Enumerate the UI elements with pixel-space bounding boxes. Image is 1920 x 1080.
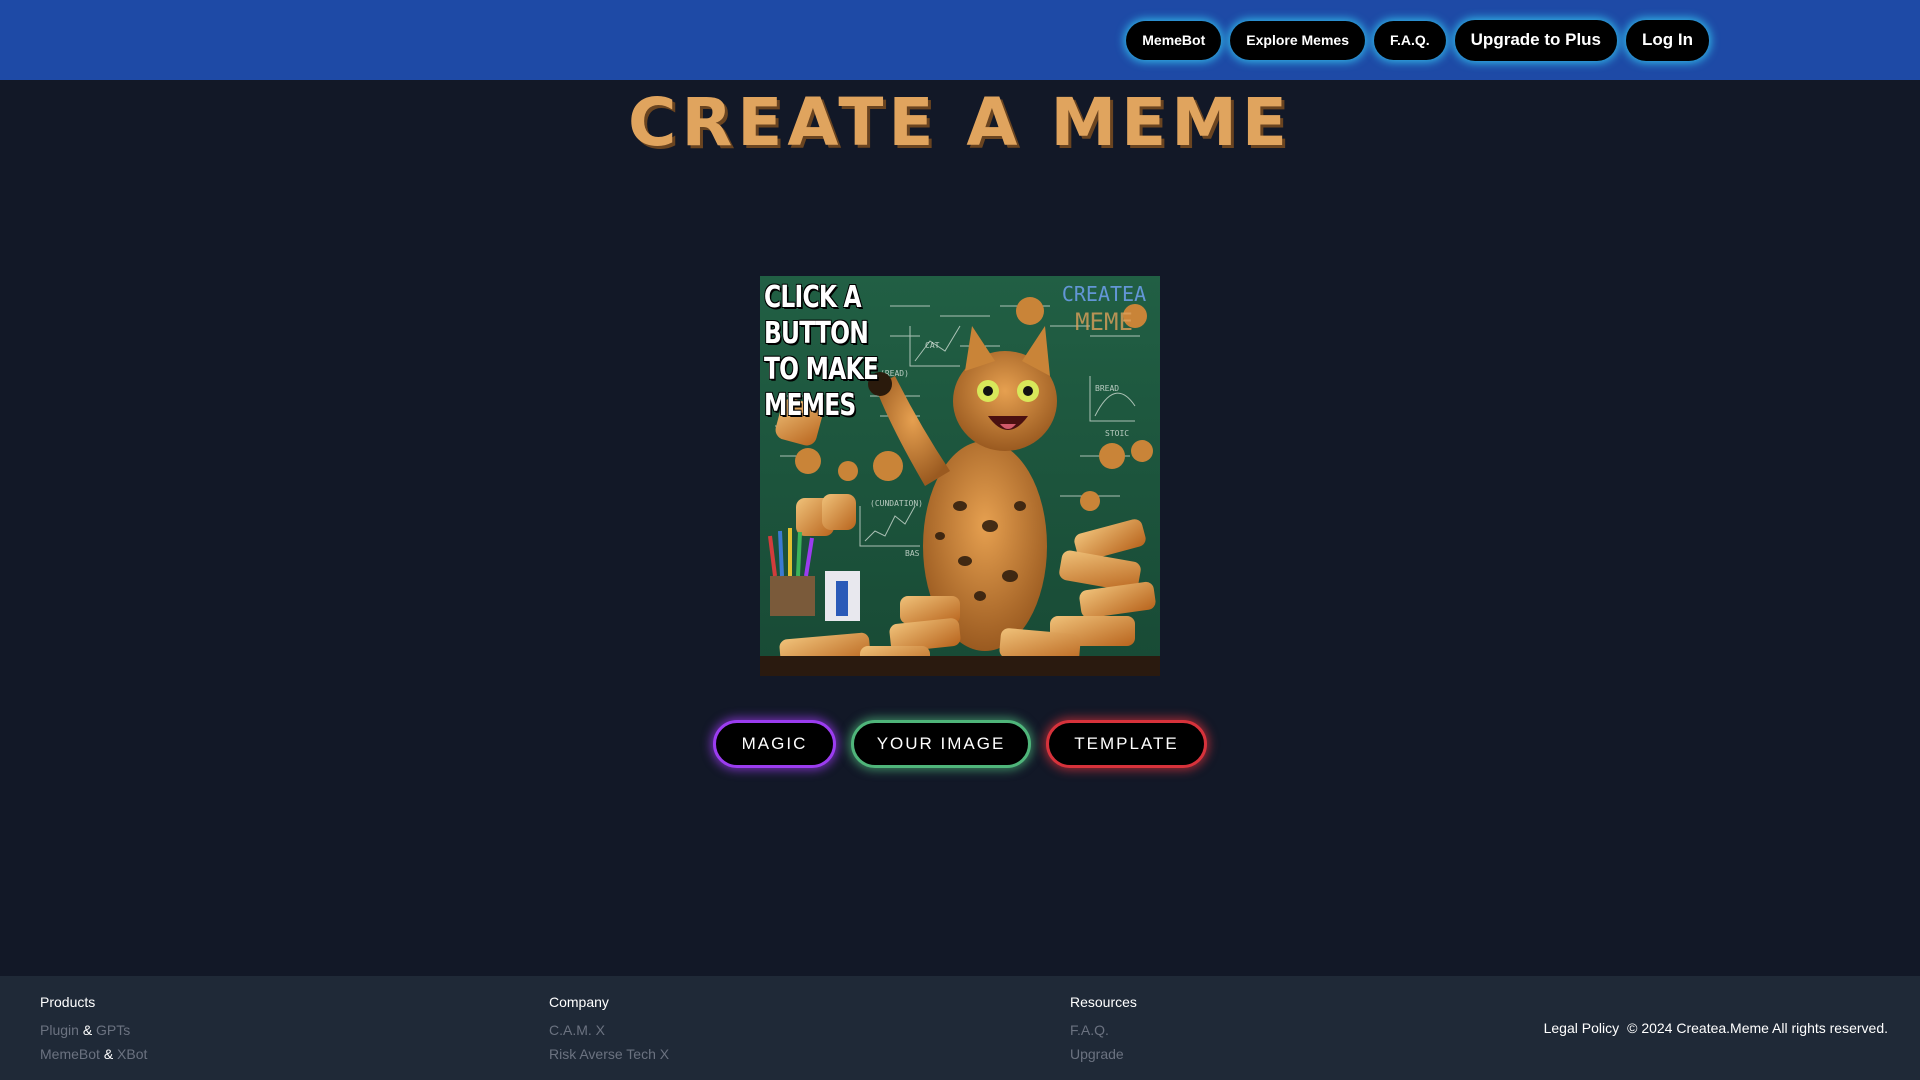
- meme-caption-line: MEMES: [764, 388, 856, 423]
- legal-policy-link[interactable]: Legal Policy: [1544, 1020, 1620, 1036]
- meme-caption-line: CLICK A BUTTON: [764, 280, 869, 351]
- nav-explore-memes-button[interactable]: Explore Memes: [1230, 20, 1365, 60]
- meme-caption-line: TO MAKE: [764, 352, 879, 387]
- footer-link-memebot[interactable]: MemeBot: [40, 1046, 100, 1062]
- footer-link-risk-averse-tech[interactable]: Risk Averse Tech X: [549, 1042, 669, 1066]
- svg-text:BREAD: BREAD: [1095, 384, 1119, 393]
- footer-link-upgrade[interactable]: Upgrade: [1070, 1042, 1137, 1066]
- footer-link-text[interactable]: C.A.M. X: [549, 1022, 605, 1038]
- nav-upgrade-button[interactable]: Upgrade to Plus: [1454, 19, 1618, 61]
- page-title-text: Create a Meme: [628, 84, 1292, 161]
- svg-text:CAT: CAT: [925, 341, 940, 350]
- watermark-line-1: CREATEA: [1061, 282, 1147, 306]
- footer-products-row: Plugin & GPTs: [40, 1018, 147, 1042]
- footer-heading-resources: Resources: [1070, 994, 1137, 1010]
- footer-link-text[interactable]: F.A.Q.: [1070, 1022, 1109, 1038]
- footer-link-text[interactable]: Upgrade: [1070, 1046, 1124, 1062]
- footer-link-xbot[interactable]: XBot: [117, 1046, 147, 1062]
- nav-menu: MemeBot Explore Memes F.A.Q. Upgrade to …: [1126, 19, 1709, 61]
- watermark-line-2: MEME: [1075, 308, 1133, 336]
- meme-watermark: CREATEA MEME: [1054, 280, 1154, 336]
- ampersand: &: [103, 1046, 114, 1062]
- top-nav-bar: MemeBot Explore Memes F.A.Q. Upgrade to …: [0, 0, 1920, 80]
- footer-company: Company C.A.M. X Risk Averse Tech X: [549, 994, 669, 1066]
- footer-products-row: MemeBot & XBot: [40, 1042, 147, 1066]
- footer-link-faq[interactable]: F.A.Q.: [1070, 1018, 1137, 1042]
- copyright-text: © 2024 Createa.Meme All rights reserved.: [1627, 1020, 1888, 1036]
- footer: Products Plugin & GPTs MemeBot & XBot Co…: [0, 976, 1920, 1080]
- footer-products: Products Plugin & GPTs MemeBot & XBot: [40, 994, 147, 1066]
- page-title: Create a Meme: [0, 84, 1920, 161]
- magic-button[interactable]: MAGIC: [713, 720, 836, 768]
- nav-login-button[interactable]: Log In: [1626, 19, 1709, 61]
- your-image-button[interactable]: YOUR IMAGE: [851, 720, 1031, 768]
- meme-preview-image: (READ) (CUNDATION) BREAD STOIC BAS CAT C…: [760, 276, 1160, 676]
- template-button[interactable]: TEMPLATE: [1046, 720, 1207, 768]
- footer-link-cam-x[interactable]: C.A.M. X: [549, 1018, 669, 1042]
- footer-resources: Resources F.A.Q. Upgrade: [1070, 994, 1137, 1066]
- footer-link-gpts[interactable]: GPTs: [96, 1022, 130, 1038]
- meme-caption: CLICK A BUTTON TO MAKE MEMES: [764, 280, 912, 424]
- footer-heading-company: Company: [549, 994, 609, 1010]
- nav-faq-button[interactable]: F.A.Q.: [1373, 20, 1446, 60]
- svg-text:STOIC: STOIC: [1105, 429, 1129, 438]
- nav-memebot-button[interactable]: MemeBot: [1126, 20, 1222, 60]
- footer-link-text[interactable]: Risk Averse Tech X: [549, 1046, 669, 1062]
- svg-text:BAS: BAS: [905, 549, 920, 558]
- svg-text:(CUNDATION): (CUNDATION): [870, 499, 923, 508]
- footer-link-plugin[interactable]: Plugin: [40, 1022, 79, 1038]
- footer-heading-products: Products: [40, 994, 96, 1010]
- meme-actions: MAGIC YOUR IMAGE TEMPLATE: [0, 720, 1920, 768]
- ampersand: &: [82, 1022, 93, 1038]
- footer-legal: Legal Policy © 2024 Createa.Meme All rig…: [1544, 1020, 1888, 1036]
